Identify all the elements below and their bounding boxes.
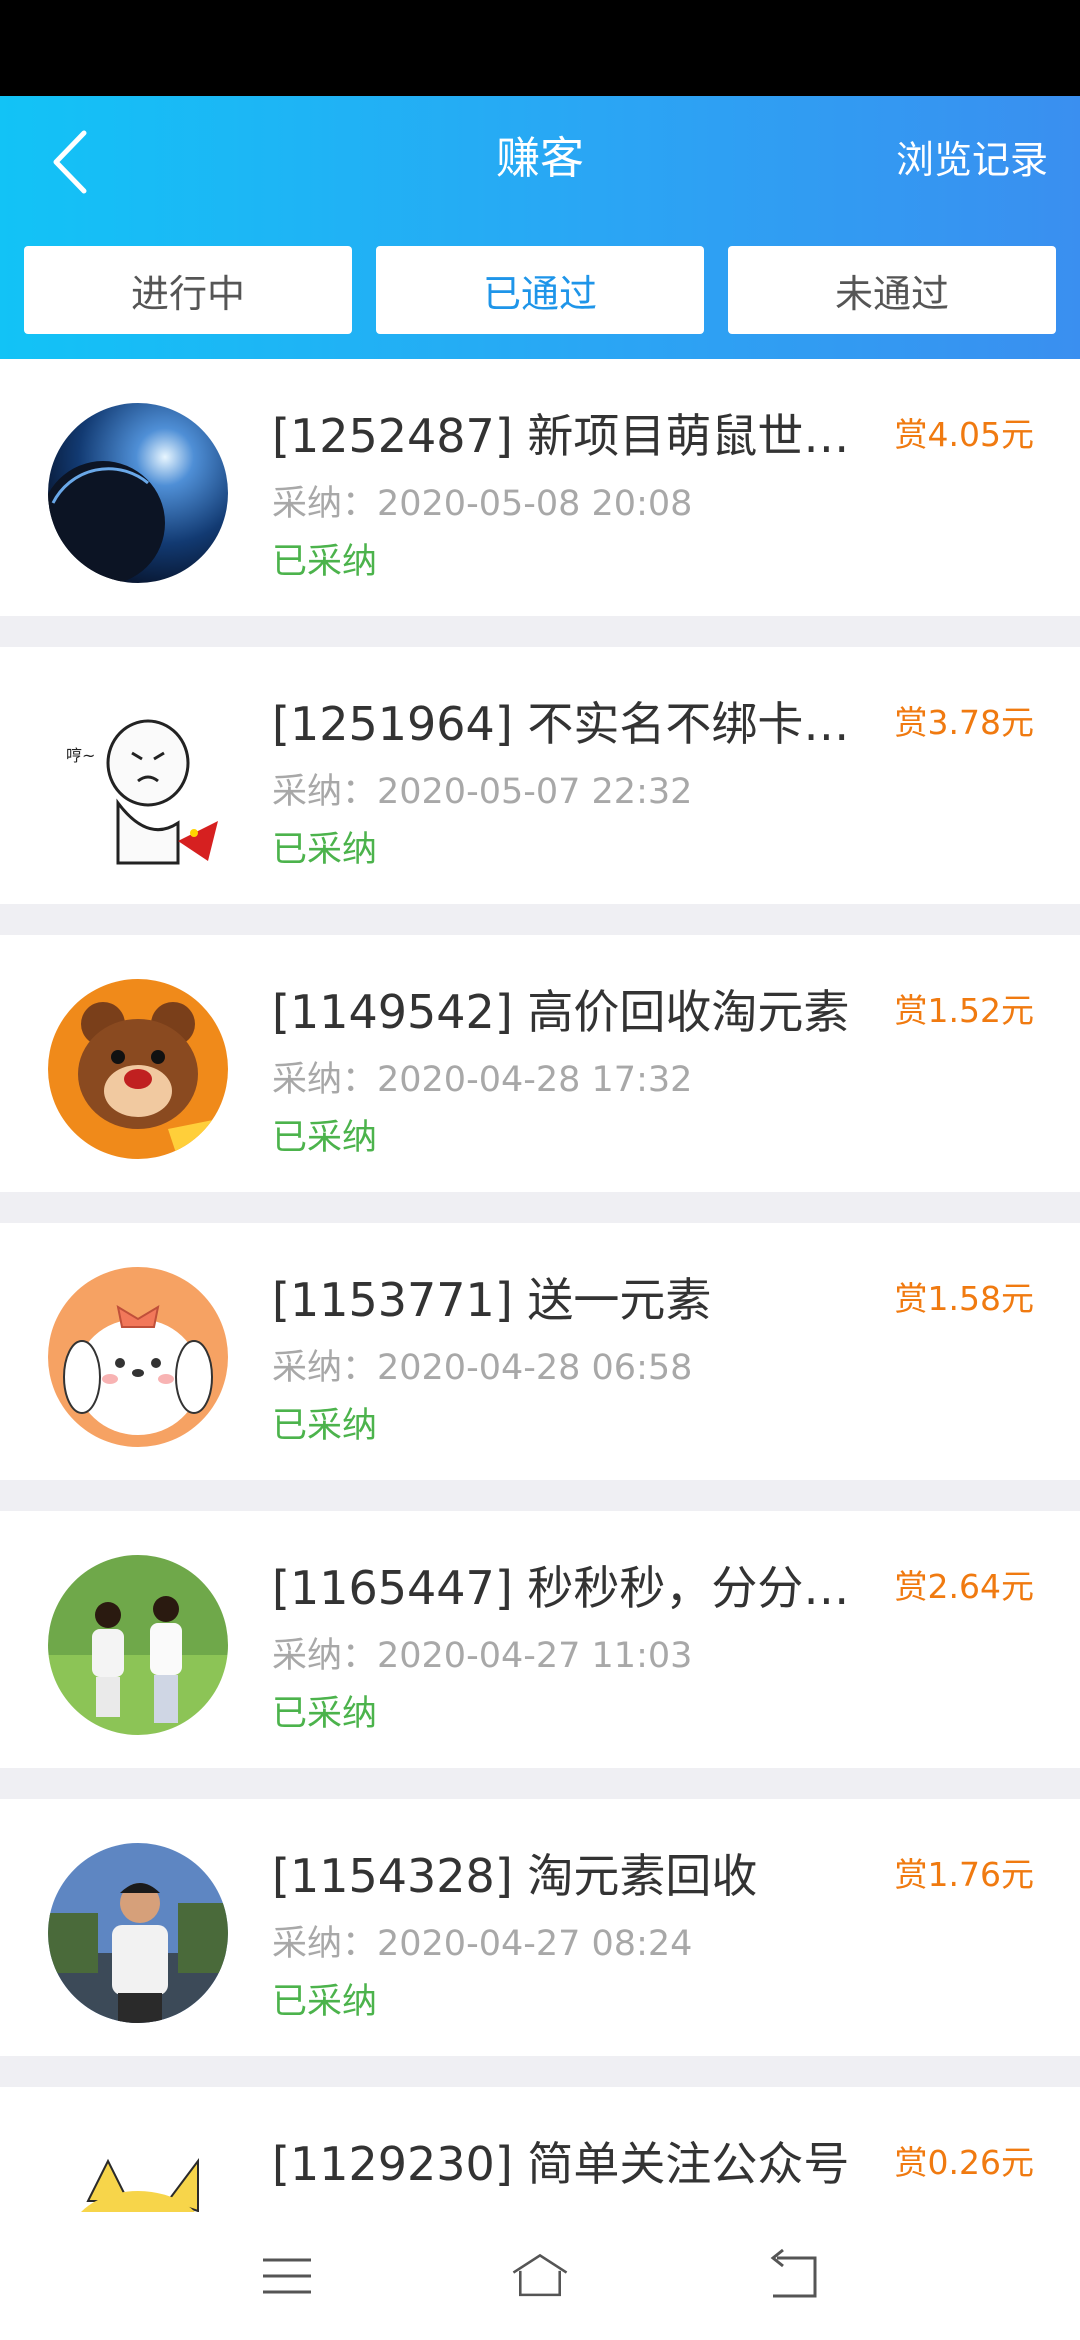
menu-icon [262, 2258, 311, 2294]
tab-in-progress[interactable]: 进行中 [24, 246, 352, 334]
item-title: [1154328] 淘元素回收 [272, 1849, 758, 1903]
item-status: 已采纳 [272, 830, 378, 870]
pikachu-avatar [48, 2131, 228, 2212]
item-title: [1129230] 简单关注公众号 [272, 2137, 850, 2191]
item-reward: 赏3.78元 [894, 703, 1034, 742]
cartoon-face-avatar: 哼~ [48, 691, 228, 871]
item-reward: 赏4.05元 [894, 415, 1034, 454]
list-item[interactable]: [1129230] 简单关注公众号 赏0.26元 [0, 2087, 1080, 2212]
item-reward: 赏1.76元 [894, 1855, 1034, 1894]
list-item[interactable]: [1154328] 淘元素回收 赏1.76元 采纳：2020-04-27 08:… [0, 1799, 1080, 2056]
item-status: 已采纳 [272, 1118, 378, 1158]
item-accept-time: 采纳：2020-04-28 17:32 [272, 1060, 693, 1100]
item-accept-time: 采纳：2020-05-08 20:08 [272, 484, 693, 524]
puppy-avatar [48, 1267, 228, 1447]
home-icon [512, 2253, 568, 2297]
task-list[interactable]: [1252487] 新项目萌鼠世界… 赏4.05元 采纳：2020-05-08 … [0, 359, 1080, 2212]
list-item[interactable]: [1252487] 新项目萌鼠世界… 赏4.05元 采纳：2020-05-08 … [0, 359, 1080, 616]
man-photo-avatar [48, 1843, 228, 2023]
item-accept-time: 采纳：2020-04-27 11:03 [272, 1636, 693, 1676]
item-title: [1165447] 秒秒秒，分分钟… [272, 1561, 882, 1615]
item-status: 已采纳 [272, 542, 378, 582]
item-reward: 赏1.58元 [894, 1279, 1034, 1318]
list-item[interactable]: [1153771] 送一元素 赏1.58元 采纳：2020-04-28 06:5… [0, 1223, 1080, 1480]
header-bar: 赚客 浏览记录 进行中 已通过 未通过 [0, 96, 1080, 359]
list-item[interactable]: 哼~ [1251964] 不实名不绑卡，… 赏3.78元 采纳：2020-05-… [0, 647, 1080, 904]
item-status: 已采纳 [272, 1694, 378, 1734]
planet-avatar [48, 403, 228, 583]
item-reward: 赏1.52元 [894, 991, 1034, 1030]
back-nav-button[interactable] [743, 2236, 843, 2316]
item-accept-time: 采纳：2020-05-07 22:32 [272, 772, 693, 812]
tab-rejected[interactable]: 未通过 [728, 246, 1056, 334]
item-accept-time: 采纳：2020-04-28 06:58 [272, 1348, 693, 1388]
browse-history-link[interactable]: 浏览记录 [896, 128, 1048, 192]
home-button[interactable] [490, 2236, 590, 2316]
list-item[interactable]: [1165447] 秒秒秒，分分钟… 赏2.64元 采纳：2020-04-27 … [0, 1511, 1080, 1768]
list-item[interactable]: [1149542] 高价回收淘元素 赏1.52元 采纳：2020-04-28 1… [0, 935, 1080, 1192]
return-icon [770, 2248, 817, 2298]
item-reward: 赏0.26元 [894, 2143, 1034, 2182]
bear-avatar [48, 979, 228, 1159]
item-reward: 赏2.64元 [894, 1567, 1034, 1606]
menu-button[interactable] [237, 2236, 337, 2316]
status-bar [0, 0, 1080, 96]
item-title: [1251964] 不实名不绑卡，… [272, 697, 882, 751]
item-title: [1153771] 送一元素 [272, 1273, 712, 1327]
tab-approved[interactable]: 已通过 [376, 246, 704, 334]
tab-bar: 进行中 已通过 未通过 [24, 246, 1056, 334]
item-status: 已采纳 [272, 1406, 378, 1446]
item-accept-time: 采纳：2020-04-27 08:24 [272, 1924, 693, 1964]
couple-avatar [48, 1555, 228, 1735]
system-nav-bar [0, 2212, 1080, 2340]
item-title: [1149542] 高价回收淘元素 [272, 985, 850, 1039]
item-title: [1252487] 新项目萌鼠世界… [272, 409, 882, 463]
svg-text:哼~: 哼~ [66, 746, 95, 765]
item-status: 已采纳 [272, 1982, 378, 2022]
